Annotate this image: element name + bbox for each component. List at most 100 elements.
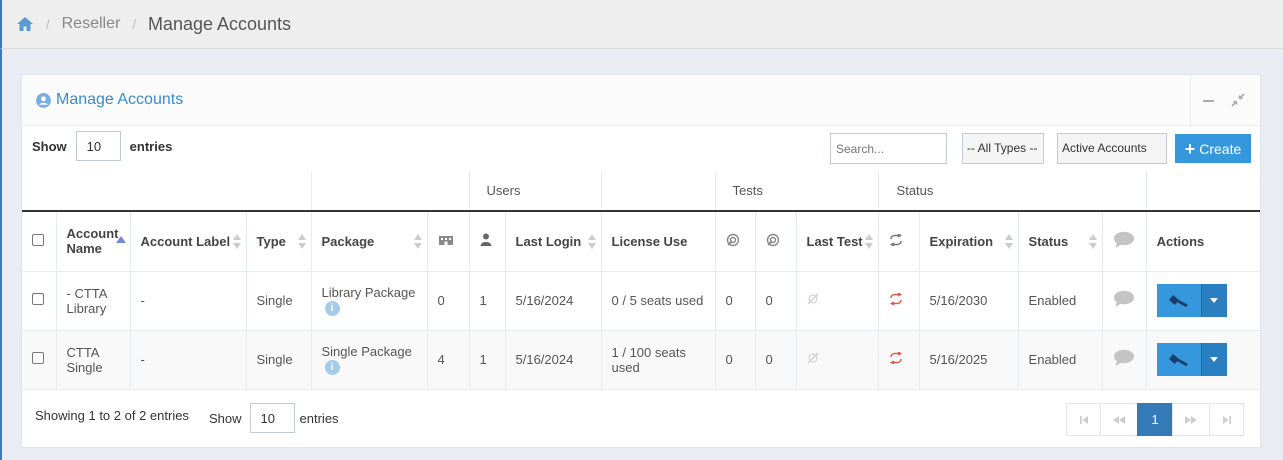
col-package-label: Package [321,233,375,249]
col-last-login-label: Last Login [515,233,582,249]
compress-icon[interactable] [1231,93,1245,107]
comment-icon[interactable] [1113,349,1135,367]
row-checkbox[interactable] [32,293,44,305]
sort-icon [1088,234,1097,250]
group-status: Status [878,171,1147,212]
type-filter-select[interactable]: -- All Types -- [962,133,1044,164]
page-size-control: Show entries [32,131,172,161]
row-action-group [1156,343,1251,376]
sort-icon [413,234,422,250]
group-empty [311,171,470,212]
next-page-button[interactable] [1172,403,1210,436]
package-text: Single Package [321,343,412,359]
plus-icon: + [1184,138,1196,159]
select-all-checkbox[interactable] [32,233,44,246]
create-button[interactable]: + Create [1175,134,1251,163]
previous-page-button[interactable] [1100,403,1138,436]
col-account-label-label: Account Label [140,233,231,249]
breadcrumb-reseller[interactable]: Reseller [62,15,121,33]
caret-down-icon [1210,357,1219,362]
page-size-input[interactable] [75,131,121,161]
col-test-2[interactable] [755,211,797,272]
rewind-icon [1113,415,1125,424]
page-1-button[interactable]: 1 [1137,403,1173,436]
comment-icon[interactable] [1113,290,1135,308]
first-page-icon [1079,415,1088,424]
no-test-icon [807,293,818,305]
cell-status: Enabled [1018,330,1103,390]
col-license-use[interactable]: License Use [601,211,716,272]
footer-page-size-control: Show entries [209,403,339,433]
col-users[interactable] [469,211,506,272]
cell-license-use: 1 / 100 seats used [601,330,716,390]
col-expiration[interactable]: Expiration [919,211,1019,272]
row-checkbox[interactable] [32,352,44,364]
info-icon[interactable]: i [324,360,340,376]
cell-test-1: 0 [715,271,756,331]
col-last-test[interactable]: Last Test [796,211,879,272]
col-type-label: Type [256,233,286,249]
sync-icon[interactable] [889,292,903,306]
col-actions: Actions [1146,211,1261,272]
edit-button[interactable] [1156,343,1201,376]
sort-icon [297,234,306,250]
sort-icon [1004,234,1013,250]
cell-test-2: 0 [755,271,797,331]
col-package[interactable]: Package [311,211,428,272]
col-comment[interactable] [1102,211,1147,272]
cell-actions [1146,330,1261,390]
actions-dropdown-toggle[interactable] [1200,343,1227,376]
footer-page-size-input[interactable] [249,403,295,433]
group-empty [601,171,716,212]
col-last-test-label: Last Test [806,233,863,249]
collapse-icon[interactable] [1203,100,1214,102]
sync-icon[interactable] [889,351,903,365]
cell-last-test [796,330,879,390]
cell-sync [878,330,920,390]
col-account-label[interactable]: Account Label [130,211,247,272]
col-last-login[interactable]: Last Login [505,211,602,272]
cell-package: Single Packagei [311,330,428,390]
user-icon [480,233,491,247]
first-page-button[interactable] [1066,403,1101,436]
cell-account-label: - [130,330,247,390]
cell-comment [1102,271,1147,331]
cell-license-use: 0 / 5 seats used [601,271,716,331]
group-tests: Tests [715,171,879,212]
footer-entries-label: entries [299,410,339,426]
col-expiration-label: Expiration [929,233,994,249]
cell-comment [1102,330,1147,390]
actions-dropdown-toggle[interactable] [1200,284,1227,317]
portlet-title-bar: Manage Accounts [22,75,1260,126]
col-type[interactable]: Type [246,211,312,272]
entries-label: entries [129,138,173,154]
group-header-row: Users Tests Status [22,171,1261,212]
last-page-button[interactable] [1209,403,1244,436]
column-header-row: Account Name Account Label Type Package … [22,211,1261,272]
sync-icon [889,233,902,247]
col-sync[interactable] [878,211,920,272]
col-test-1[interactable] [715,211,756,272]
breadcrumb-separator: / [46,16,50,32]
accounts-table: Users Tests Status Account Name Account … [22,171,1261,390]
cell-test-2: 0 [755,330,797,390]
breadcrumb: / Reseller / Manage Accounts [16,12,291,36]
edit-button[interactable] [1156,284,1201,317]
col-account-name-label: Account Name [66,226,119,257]
cell-expiration: 5/16/2025 [919,330,1019,390]
sort-icon [587,234,596,250]
col-account-name[interactable]: Account Name [56,211,131,272]
cell-account-name: - CTTA Library [56,271,131,331]
cell-sync [878,271,920,331]
info-icon[interactable]: i [324,301,340,317]
account-filter-select[interactable]: Active Accounts [1057,133,1167,164]
target-icon [726,233,739,246]
col-status[interactable]: Status [1018,211,1103,272]
cell-status: Enabled [1018,271,1103,331]
sort-icon [864,234,873,250]
breadcrumb-current: Manage Accounts [147,13,292,34]
col-count[interactable] [427,211,470,272]
search-input[interactable] [830,133,947,164]
home-icon[interactable] [16,15,34,33]
cell-users: 1 [469,330,506,390]
